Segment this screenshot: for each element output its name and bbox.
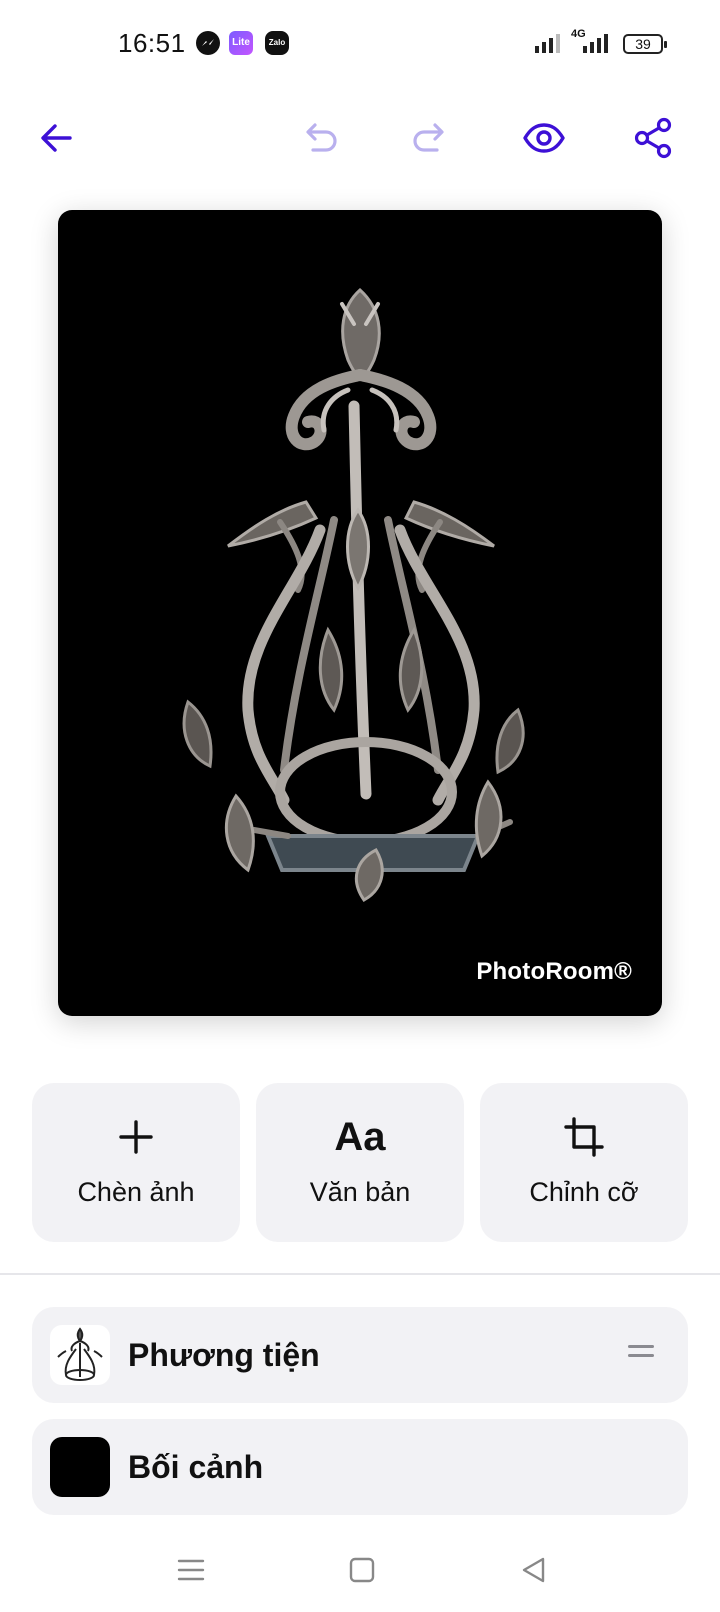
back-button[interactable] [30, 112, 82, 164]
undo-button[interactable] [294, 112, 346, 164]
menu-icon [177, 1559, 205, 1581]
signal-icon [535, 34, 560, 53]
section-divider [0, 1273, 720, 1275]
layer-item-media[interactable]: Phương tiện [32, 1307, 688, 1403]
status-time: 16:51 [118, 28, 186, 58]
text-aa-glyph: Aa [334, 1115, 386, 1159]
redo-icon [413, 123, 444, 152]
add-text-button[interactable]: Aa Văn bản [256, 1083, 464, 1242]
home-square-icon [349, 1557, 375, 1583]
back-arrow-icon [41, 124, 72, 152]
status-bar: 16:51 Lite Zalo 4G 39 [0, 0, 720, 92]
editor-screen: 16:51 Lite Zalo 4G 39 PhotoRoom® Chèn ản… [0, 0, 720, 1612]
crop-icon [563, 1111, 605, 1163]
watermark-text: PhotoRoom® [476, 958, 632, 985]
nav-back-button[interactable] [512, 1548, 556, 1592]
insert-image-label: Chèn ảnh [77, 1177, 195, 1207]
layer-label-media: Phương tiện [128, 1337, 320, 1373]
drag-handle-icon[interactable] [628, 1345, 654, 1365]
lite-icon: Lite [229, 31, 253, 55]
eye-icon [523, 123, 565, 153]
product-image[interactable] [58, 210, 662, 1016]
undo-icon [306, 123, 337, 152]
background-color-swatch [50, 1437, 110, 1497]
preview-button[interactable] [518, 112, 570, 164]
zalo-icon: Zalo [265, 31, 289, 55]
signal-4g-icon [583, 34, 608, 53]
layer-item-background[interactable]: Bối cảnh [32, 1419, 688, 1515]
share-icon [634, 117, 672, 159]
plus-icon [117, 1111, 155, 1163]
back-triangle-icon [522, 1557, 545, 1583]
messenger-icon [196, 31, 220, 55]
add-text-label: Văn bản [309, 1177, 411, 1207]
insert-image-button[interactable]: Chèn ảnh [32, 1083, 240, 1242]
battery-icon: 39 [623, 34, 667, 54]
resize-button[interactable]: Chỉnh cỡ [480, 1083, 688, 1242]
layer-label-background: Bối cảnh [128, 1449, 264, 1485]
resize-label: Chỉnh cỡ [529, 1177, 639, 1207]
share-button[interactable] [628, 112, 680, 164]
nav-menu-button[interactable] [169, 1548, 213, 1592]
text-aa-icon: Aa [334, 1111, 385, 1163]
product-thumbnail [50, 1325, 110, 1385]
nav-home-button[interactable] [340, 1548, 384, 1592]
design-canvas[interactable]: PhotoRoom® [58, 210, 662, 1016]
redo-button[interactable] [404, 112, 456, 164]
